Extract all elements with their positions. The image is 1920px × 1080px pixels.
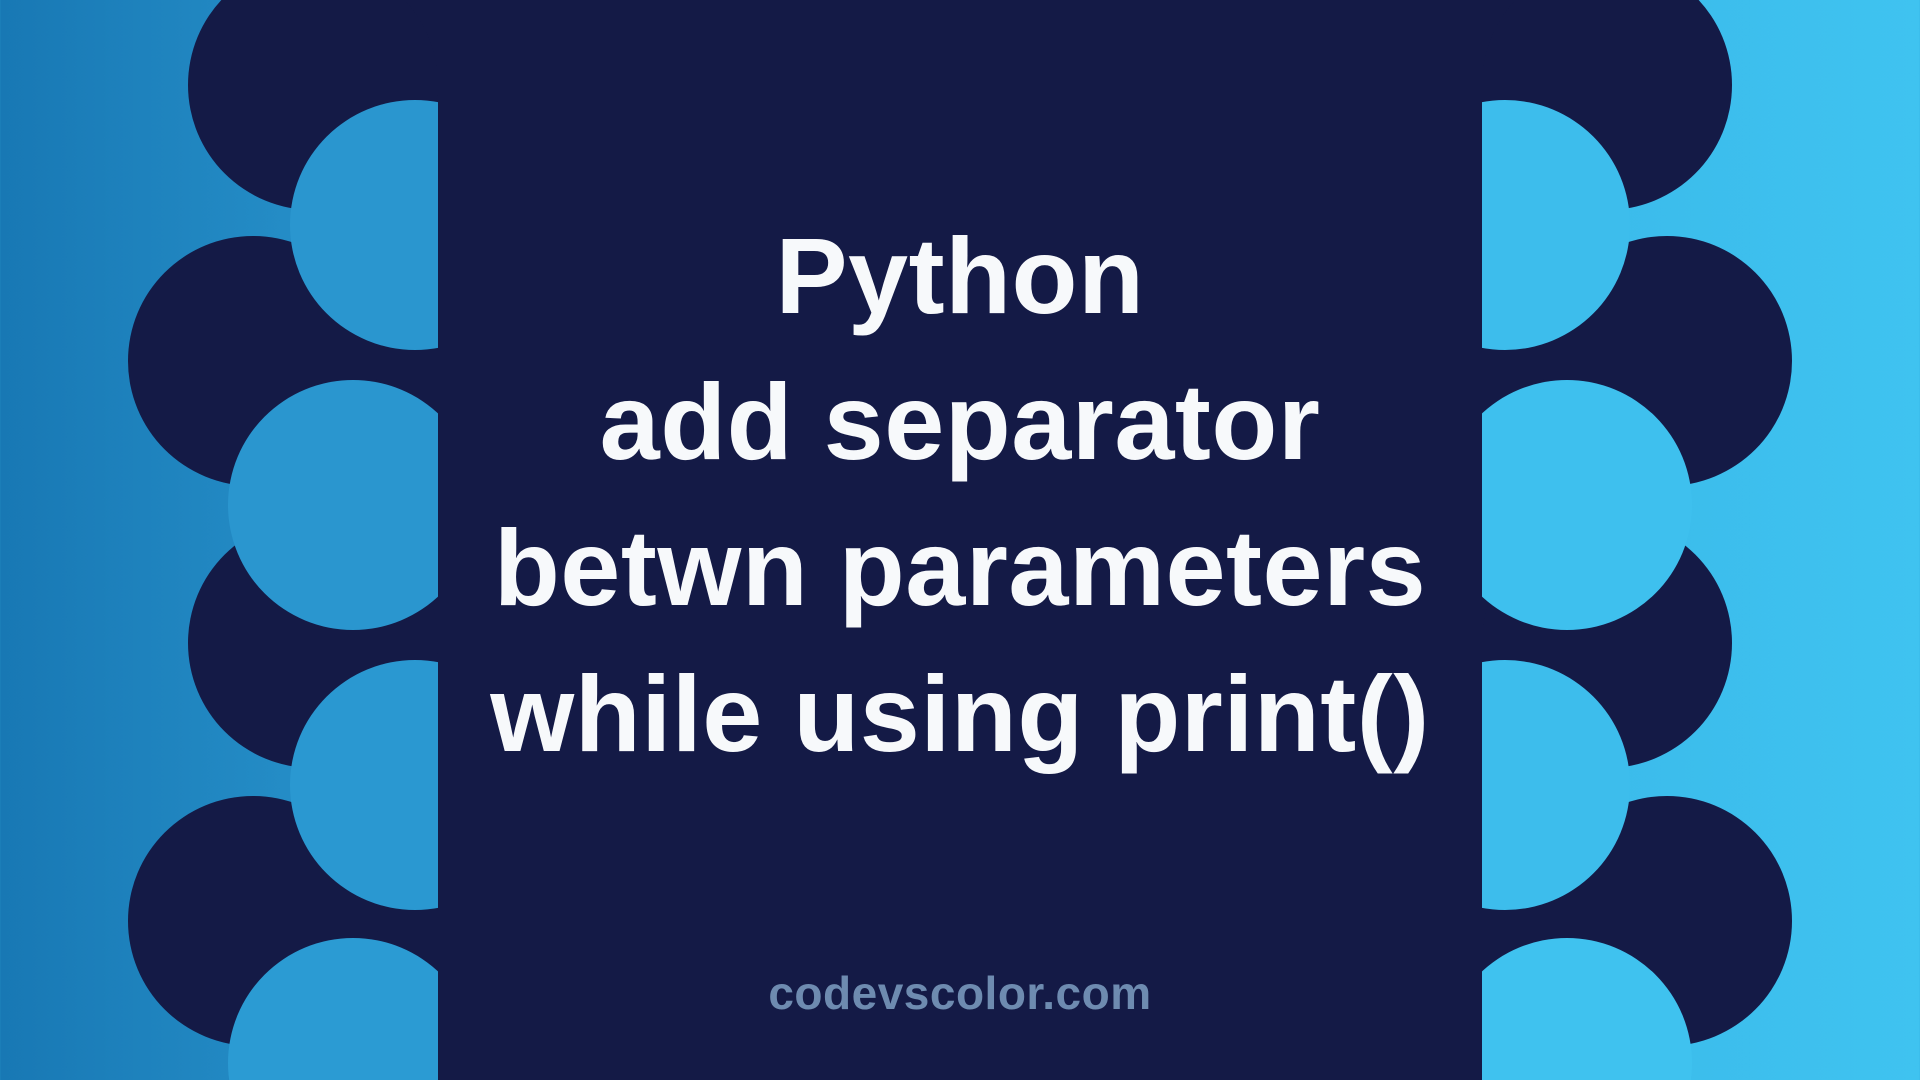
title-line-3: betwn parameters xyxy=(490,495,1429,641)
title-container: Python add separator betwn parameters wh… xyxy=(0,0,1920,1080)
title-line-4: while using print() xyxy=(490,641,1429,787)
title-text: Python add separator betwn parameters wh… xyxy=(490,203,1429,786)
title-line-2: add separator xyxy=(490,349,1429,495)
title-line-1: Python xyxy=(490,203,1429,349)
footer-text: codevscolor.com xyxy=(0,966,1920,1020)
